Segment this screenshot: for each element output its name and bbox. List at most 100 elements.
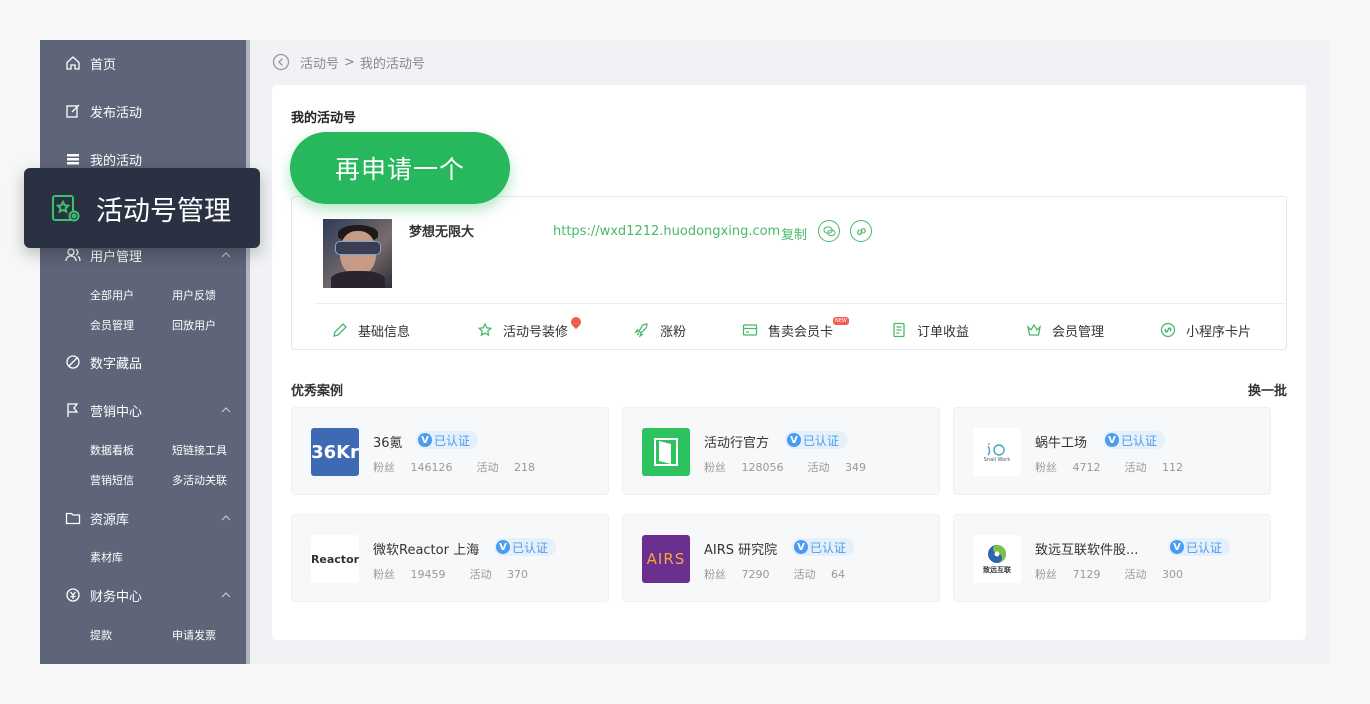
sidebar-sub-sms[interactable]: 营销短信 — [90, 472, 134, 488]
action-basic-info[interactable]: 基础信息 — [332, 321, 411, 340]
case-card[interactable]: Reactor 微软Reactor 上海 V 已认证 粉丝 19459 活动 370 — [291, 514, 609, 602]
verified-icon: V — [1170, 540, 1184, 554]
hot-icon — [568, 314, 584, 330]
verified-icon: V — [418, 433, 432, 447]
account-name: 梦想无限大 — [409, 225, 475, 240]
sidebar-sub-invoice[interactable]: 申请发票 — [172, 627, 216, 643]
app-frame: 首页 发布活动 我的活动 用户管理 全部用户 用户反馈 会员管理 回放用户 数字… — [40, 40, 1330, 664]
account-url[interactable]: https://wxd1212.huodongxing.com — [553, 224, 780, 239]
edit-icon — [64, 102, 82, 120]
action-label: 涨粉 — [660, 324, 687, 340]
case-card[interactable]: AIRS AIRS 研究院 V 已认证 粉丝 7290 活动 64 — [622, 514, 940, 602]
case-name: 致远互联软件股... — [1035, 543, 1139, 558]
verified-badge: V 已认证 — [785, 431, 848, 449]
breadcrumb: 活动号 > 我的活动号 — [272, 52, 425, 72]
home-icon — [64, 54, 82, 72]
verified-badge: V 已认证 — [1168, 538, 1231, 556]
sidebar-item-label: 首页 — [90, 57, 117, 73]
action-grow-fans[interactable]: 涨粉 — [634, 321, 687, 340]
new-badge: NEW — [833, 317, 849, 325]
sidebar-item-label: 营销中心 — [90, 404, 143, 420]
action-label: 售卖会员卡 — [768, 324, 834, 340]
sidebar-sub-dashboard[interactable]: 数据看板 — [90, 442, 134, 458]
breadcrumb-root[interactable]: 活动号 — [300, 53, 339, 72]
action-miniapp-card[interactable]: 小程序卡片 — [1160, 321, 1252, 340]
apply-another-button[interactable]: 再申请一个 — [290, 132, 510, 204]
sidebar: 首页 发布活动 我的活动 用户管理 全部用户 用户反馈 会员管理 回放用户 数字… — [40, 40, 246, 664]
action-orders[interactable]: 订单收益 — [891, 321, 970, 340]
sidebar-item-home[interactable]: 首页 — [40, 45, 246, 81]
pencil-icon — [333, 323, 347, 337]
action-label: 活动号装修 — [503, 324, 569, 340]
back-circle-icon[interactable] — [272, 53, 290, 71]
action-label: 订单收益 — [917, 324, 970, 340]
sidebar-sub-feedback[interactable]: 用户反馈 — [172, 287, 216, 303]
sidebar-item-label: 活动号管理 — [96, 195, 231, 227]
case-logo: Snail Work — [973, 428, 1021, 476]
action-decorate[interactable]: 活动号装修 — [477, 321, 569, 340]
case-name: 活动行官方 — [704, 436, 770, 451]
chevron-up-icon — [221, 515, 231, 521]
sidebar-sub-shortlink[interactable]: 短链接工具 — [172, 442, 227, 458]
wechat-icon — [822, 225, 836, 236]
order-icon — [893, 322, 905, 338]
link-share-button[interactable] — [850, 220, 872, 242]
sidebar-item-finance[interactable]: 财务中心 — [40, 577, 246, 613]
list-icon — [64, 150, 82, 168]
case-stats: 粉丝 4712 活动 112 — [1035, 461, 1183, 474]
badge-star-icon — [52, 195, 80, 222]
sidebar-item-marketing[interactable]: 营销中心 — [40, 392, 246, 428]
sidebar-sub-materials[interactable]: 素材库 — [90, 549, 123, 565]
page-title: 我的活动号 — [291, 111, 357, 126]
case-card[interactable]: 活动行官方 V 已认证 粉丝 128056 活动 349 — [622, 407, 940, 495]
cases-title: 优秀案例 — [291, 384, 344, 399]
nft-icon — [64, 353, 82, 371]
case-name: 蜗牛工场 — [1035, 436, 1088, 451]
case-card[interactable]: Snail Work 蜗牛工场 V 已认证 粉丝 4712 活动 112 — [953, 407, 1271, 495]
case-name: 36氪 — [373, 436, 403, 451]
sidebar-sub-multi-link[interactable]: 多活动关联 — [172, 472, 227, 488]
wechat-share-button[interactable] — [818, 220, 840, 242]
refresh-cases-button[interactable]: 换一批 — [1248, 380, 1287, 399]
verified-icon: V — [787, 433, 801, 447]
case-stats: 粉丝 19459 活动 370 — [373, 568, 528, 581]
flag-icon — [64, 401, 82, 419]
sidebar-sub-replay-users[interactable]: 回放用户 — [172, 317, 216, 333]
verified-badge: V 已认证 — [792, 538, 855, 556]
action-sell-card[interactable]: 售卖会员卡 — [742, 321, 834, 340]
decorate-icon — [477, 322, 493, 337]
case-stats: 粉丝 7129 活动 300 — [1035, 568, 1183, 581]
sidebar-item-nft[interactable]: 数字藏品 — [40, 344, 246, 380]
link-icon — [856, 227, 866, 235]
sidebar-item-label: 资源库 — [90, 512, 130, 528]
verified-badge: V 已认证 — [1103, 431, 1166, 449]
chevron-up-icon — [221, 592, 231, 598]
case-logo: 致远互联 — [973, 535, 1021, 583]
main-panel: 我的活动号 再申请一个 梦想无限大 https://wxd1212.huodon… — [272, 85, 1306, 640]
account-card: 梦想无限大 https://wxd1212.huodongxing.com 复制… — [291, 196, 1287, 350]
verified-icon: V — [1105, 433, 1119, 447]
case-stats: 粉丝 146126 活动 218 — [373, 461, 535, 474]
sidebar-item-account-manage[interactable]: 活动号管理 — [24, 168, 260, 248]
sidebar-item-label: 财务中心 — [90, 589, 143, 605]
verified-icon: V — [496, 540, 510, 554]
finance-icon — [64, 586, 82, 604]
case-name: AIRS 研究院 — [704, 543, 778, 558]
sidebar-sub-members[interactable]: 会员管理 — [90, 317, 134, 333]
verified-icon: V — [794, 540, 808, 554]
case-card[interactable]: 致远互联 致远互联软件股... V 已认证 粉丝 7129 活动 300 — [953, 514, 1271, 602]
sidebar-sub-all-users[interactable]: 全部用户 — [90, 287, 134, 303]
case-card[interactable]: 36Kr 36氪 V 已认证 粉丝 146126 活动 218 — [291, 407, 609, 495]
crown-icon — [1026, 323, 1042, 336]
action-label: 小程序卡片 — [1186, 324, 1252, 340]
sidebar-item-resources[interactable]: 资源库 — [40, 500, 246, 536]
sidebar-sub-withdraw[interactable]: 提款 — [90, 627, 112, 643]
copy-link-button[interactable]: 复制 — [781, 224, 807, 243]
sidebar-item-publish[interactable]: 发布活动 — [40, 93, 246, 129]
sidebar-scrollbar[interactable] — [246, 40, 250, 664]
folder-icon — [64, 509, 82, 527]
verified-badge: V 已认证 — [416, 431, 479, 449]
action-member-manage[interactable]: 会员管理 — [1026, 321, 1104, 340]
action-label: 基础信息 — [358, 324, 411, 340]
sidebar-item-label: 用户管理 — [90, 249, 143, 265]
